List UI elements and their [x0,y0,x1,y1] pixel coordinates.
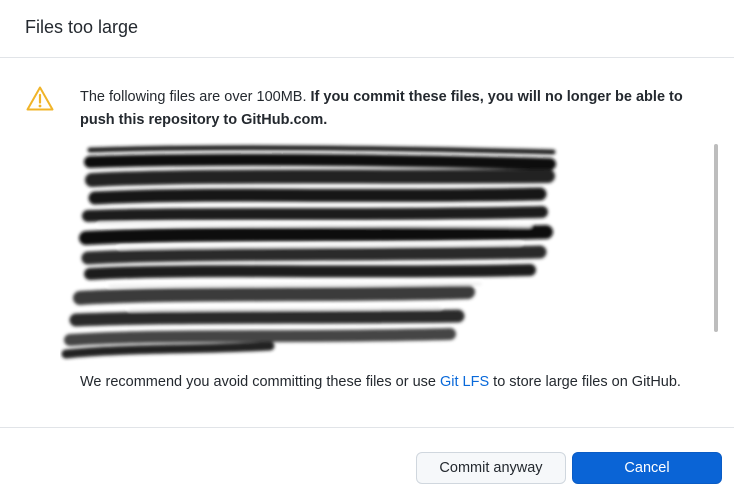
dialog-title: Files too large [25,17,139,37]
recommendation-text: We recommend you avoid committing these … [80,374,681,390]
redacted-file-list [61,145,556,359]
dialog-header: Files too large [0,0,734,58]
git-lfs-link[interactable]: Git LFS [440,374,489,390]
warning-message-intro: The following files are over 100MB. [80,89,311,105]
recommendation-suffix: to store large files on GitHub. [489,374,681,390]
commit-anyway-button[interactable]: Commit anyway [416,452,566,484]
file-list-scrollbar[interactable] [714,144,718,332]
cancel-button[interactable]: Cancel [572,452,722,484]
files-too-large-dialog: Files too large The following files are … [0,0,734,498]
warning-message: The following files are over 100MB. If y… [80,86,708,132]
recommendation-prefix: We recommend you avoid committing these … [80,374,440,390]
warning-triangle-icon [26,86,54,111]
